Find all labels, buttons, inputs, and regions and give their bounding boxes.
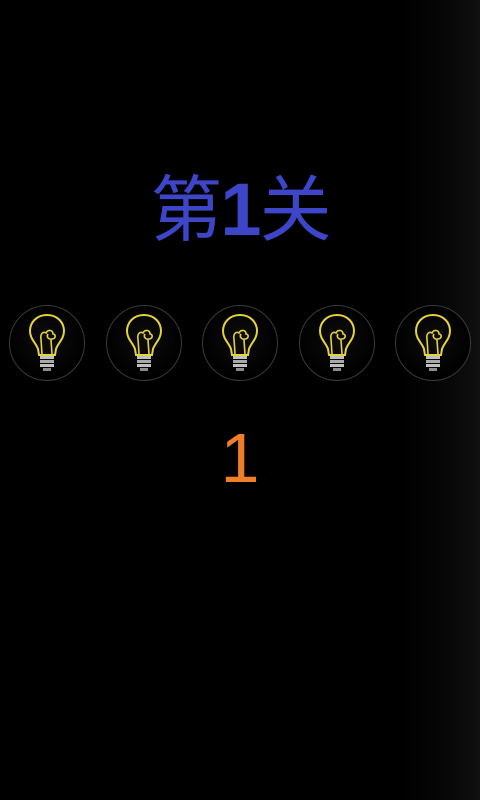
bulb-button-2[interactable] [105,305,182,381]
lightbulb-icon [318,313,355,371]
level-title: 第1关 [0,168,480,252]
bulb-button-1[interactable] [9,305,85,381]
level-suffix: 关 [259,168,332,252]
bulb-button-3[interactable] [202,305,278,381]
bulb-button-4[interactable] [298,305,375,381]
bulb-row [9,305,471,381]
game-screen: 第1关 1 [0,0,480,800]
answer-display: 1 [220,419,260,497]
lightbulb-icon [414,313,452,371]
bulb-button-5[interactable] [395,305,471,381]
lightbulb-icon [28,313,66,371]
level-prefix: 第 [150,168,222,252]
lightbulb-icon [125,313,162,371]
level-number: 1 [220,168,261,251]
lightbulb-icon [221,313,259,371]
